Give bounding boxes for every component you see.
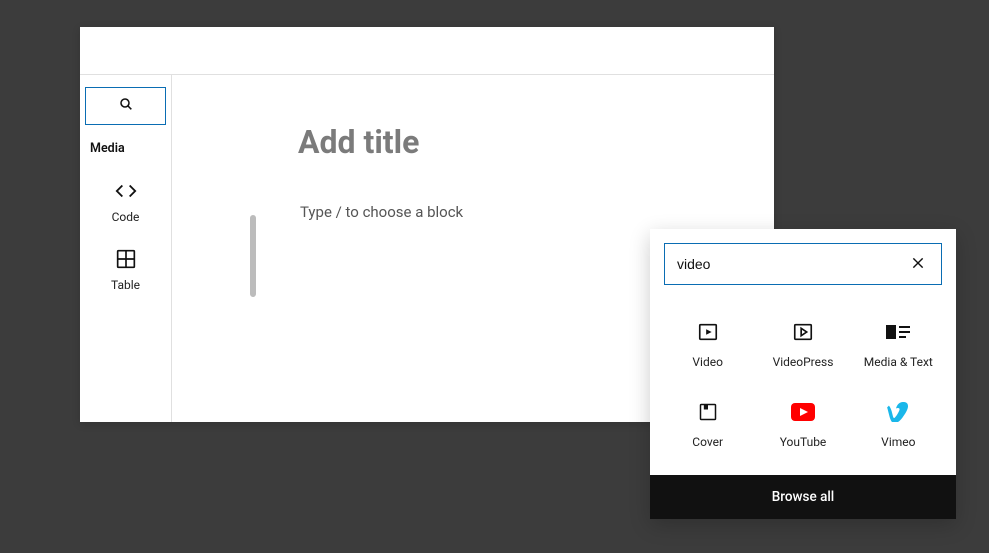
sidebar-search-input[interactable]: [85, 87, 166, 125]
sidebar-scrollbar[interactable]: [250, 117, 256, 437]
sidebar-block-code[interactable]: Code: [80, 180, 171, 224]
scrollbar-thumb[interactable]: [250, 215, 256, 297]
vimeo-icon: [887, 401, 909, 423]
inserter-item-label: VideoPress: [773, 355, 834, 369]
search-icon: [118, 96, 134, 116]
sidebar-block-list: Code Table: [80, 164, 171, 292]
inserter-item-youtube[interactable]: YouTube: [755, 387, 850, 467]
cover-icon: [698, 401, 718, 423]
block-inserter-popover: Video VideoPress Media & Text Cover YouT: [650, 229, 956, 519]
inserter-item-label: Media & Text: [864, 355, 933, 369]
close-icon: [911, 256, 925, 273]
browse-all-button[interactable]: Browse all: [650, 475, 956, 519]
inserter-search-row: [650, 229, 956, 295]
inserter-item-label: Cover: [692, 435, 723, 449]
editor-topbar: [80, 27, 774, 75]
sidebar-section-label: Media: [80, 129, 171, 164]
sidebar-block-table[interactable]: Table: [80, 248, 171, 292]
body-input[interactable]: Type / to choose a block: [300, 203, 728, 221]
sidebar-block-label: Code: [112, 210, 140, 224]
media-text-icon: [886, 321, 910, 343]
inserter-item-video[interactable]: Video: [660, 307, 755, 387]
inserter-item-cover[interactable]: Cover: [660, 387, 755, 467]
clear-search-button[interactable]: [907, 252, 929, 277]
code-icon: [115, 180, 137, 202]
table-icon: [116, 248, 136, 270]
inserter-item-label: Vimeo: [881, 435, 915, 449]
video-icon: [697, 321, 719, 343]
inserter-results-grid: Video VideoPress Media & Text Cover YouT: [650, 295, 956, 475]
title-input[interactable]: Add title: [298, 123, 728, 161]
inserter-search-wrapper: [664, 243, 942, 285]
inserter-item-vimeo[interactable]: Vimeo: [851, 387, 946, 467]
inserter-item-label: YouTube: [780, 435, 827, 449]
sidebar-block-label: Table: [111, 278, 140, 292]
block-sidebar: Media Code Table: [80, 75, 172, 422]
inserter-item-label: Video: [692, 355, 723, 369]
videopress-icon: [792, 321, 814, 343]
inserter-item-media-text[interactable]: Media & Text: [851, 307, 946, 387]
inserter-search-input[interactable]: [677, 256, 907, 272]
inserter-item-videopress[interactable]: VideoPress: [755, 307, 850, 387]
youtube-icon: [791, 401, 815, 423]
